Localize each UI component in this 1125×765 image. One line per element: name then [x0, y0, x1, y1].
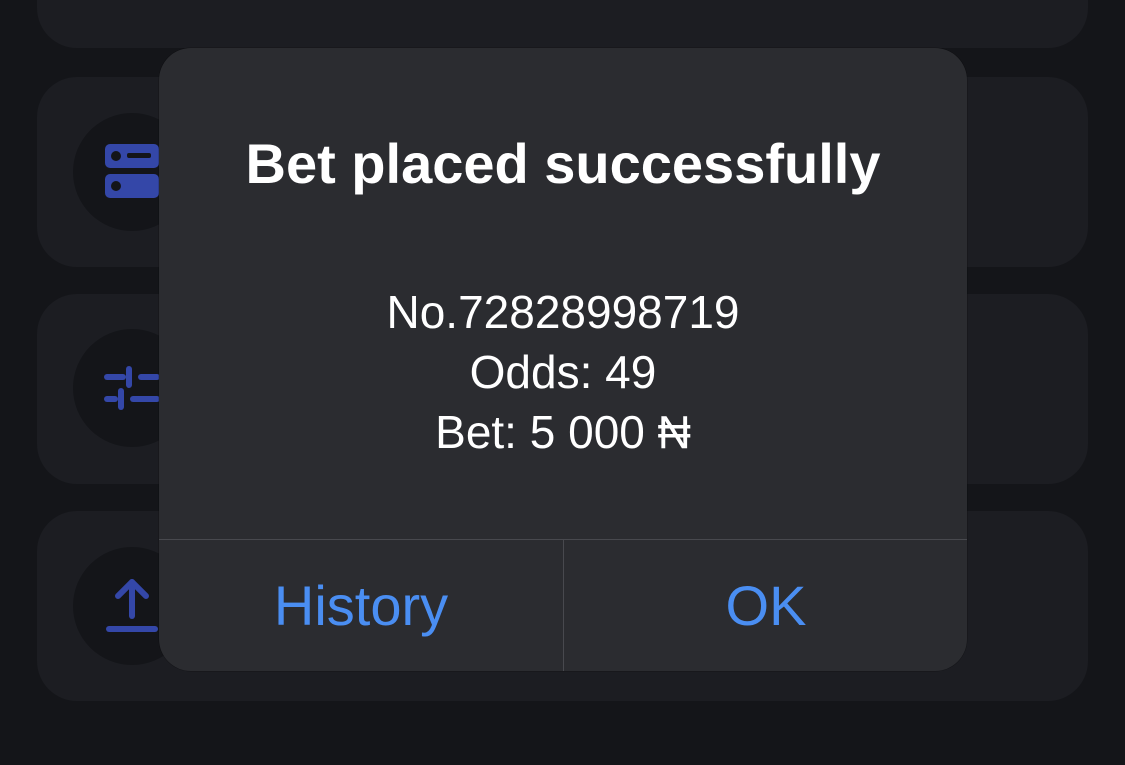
- bet-confirmation-alert: Bet placed successfully No.72828998719 O…: [159, 48, 967, 671]
- odds-text: Odds: 49: [469, 346, 657, 398]
- ticket-number: No.72828998719: [386, 286, 740, 338]
- ok-button[interactable]: OK: [564, 540, 967, 671]
- bet-amount: Bet: 5 000 ₦: [435, 406, 691, 458]
- history-button[interactable]: History: [159, 540, 563, 671]
- alert-title: Bet placed successfully: [245, 132, 881, 195]
- list-item[interactable]: [37, 0, 1088, 48]
- screen: Bet placed successfully No.72828998719 O…: [0, 0, 1125, 765]
